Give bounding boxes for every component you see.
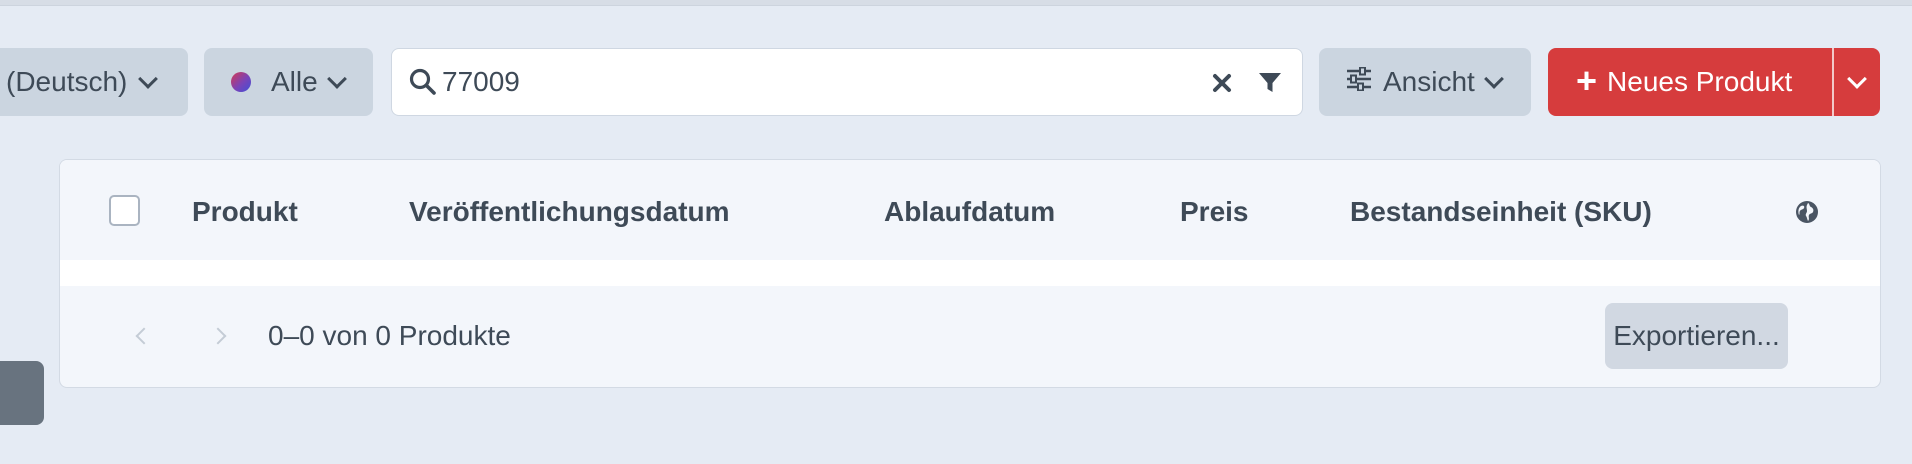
sliders-icon [1345, 66, 1373, 98]
search-icon [408, 67, 438, 102]
sidebar-toggle-button[interactable] [0, 361, 44, 425]
new-product-dropdown-button[interactable] [1834, 48, 1880, 116]
next-page-icon[interactable] [209, 324, 234, 348]
search-input[interactable] [442, 59, 1182, 105]
view-button[interactable]: Ansicht [1319, 48, 1531, 116]
new-product-split-button: + Neues Produkt [1548, 48, 1880, 116]
new-product-label: Neues Produkt [1607, 66, 1793, 97]
table-body [60, 260, 1880, 286]
column-header-price[interactable]: Preis [1180, 196, 1249, 228]
export-button-label: Exportieren... [1613, 320, 1780, 351]
products-table: Produkt Veröffentlichungsdatum Ablaufdat… [59, 159, 1881, 388]
status-select-label: Alle [271, 66, 318, 97]
column-header-sku[interactable]: Bestandseinheit (SKU) [1350, 196, 1652, 228]
view-button-label: Ansicht [1383, 66, 1475, 97]
chevron-down-icon [326, 68, 347, 89]
chevron-down-icon [138, 68, 159, 89]
plus-icon: + [1576, 59, 1598, 101]
previous-page-icon[interactable] [130, 324, 154, 348]
table-footer: 0–0 von 0 Produkte Exportieren... [60, 286, 1880, 387]
chevron-down-icon [1847, 68, 1867, 89]
column-header-product[interactable]: Produkt [192, 196, 298, 228]
chevron-down-icon [1483, 68, 1504, 89]
export-button[interactable]: Exportieren... [1605, 303, 1788, 369]
new-product-button[interactable]: + Neues Produkt [1548, 48, 1832, 116]
language-select-label: (Deutsch) [6, 66, 128, 97]
status-dot-icon [231, 72, 251, 92]
top-edge [0, 0, 1912, 6]
filter-icon[interactable] [1256, 69, 1284, 97]
column-header-expiry-date[interactable]: Ablaufdatum [884, 196, 1055, 228]
status-select[interactable]: Alle [204, 48, 373, 116]
select-all-checkbox[interactable] [109, 195, 140, 226]
clear-search-icon[interactable] [1208, 69, 1236, 97]
table-header: Produkt Veröffentlichungsdatum Ablaufdat… [60, 160, 1880, 260]
globe-icon[interactable] [1795, 200, 1819, 224]
language-select[interactable]: (Deutsch) [0, 48, 188, 116]
search-box [391, 48, 1303, 116]
pagination-info: 0–0 von 0 Produkte [268, 320, 511, 351]
column-header-publish-date[interactable]: Veröffentlichungsdatum [409, 196, 729, 228]
